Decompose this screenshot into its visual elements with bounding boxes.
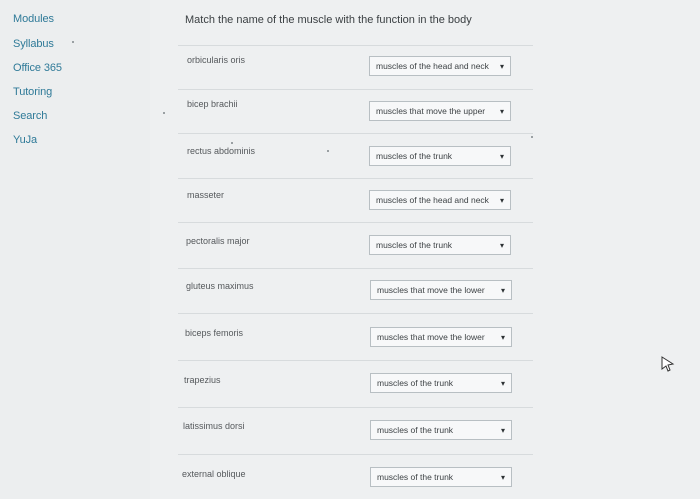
decorative-dot	[327, 150, 329, 152]
question-text: Match the name of the muscle with the fu…	[185, 14, 472, 26]
sidebar-item-search[interactable]: Search	[13, 110, 47, 122]
match-select[interactable]: muscles of the trunk ▾	[370, 467, 512, 487]
match-select[interactable]: muscles of the trunk ▾	[369, 146, 511, 166]
chevron-down-icon: ▾	[499, 107, 504, 116]
chevron-down-icon: ▾	[499, 241, 504, 250]
term-label: latissimus dorsi	[183, 421, 245, 431]
row-divider	[178, 360, 533, 361]
row-divider	[178, 313, 533, 314]
chevron-down-icon: ▾	[499, 62, 504, 71]
sidebar-item-office-365[interactable]: Office 365	[13, 62, 62, 74]
sidebar-item-tutoring[interactable]: Tutoring	[13, 86, 52, 98]
term-label: biceps femoris	[185, 328, 244, 338]
chevron-down-icon: ▾	[500, 286, 505, 295]
chevron-down-icon: ▾	[499, 152, 504, 161]
row-divider	[178, 45, 533, 46]
mouse-pointer-icon	[661, 356, 675, 372]
row-divider	[178, 268, 533, 269]
chevron-down-icon: ▾	[500, 473, 505, 482]
selected-value: muscles of the head and neck	[376, 195, 489, 205]
match-select[interactable]: muscles that move the lower ▾	[370, 280, 512, 300]
term-label: pectoralis major	[186, 236, 250, 246]
match-select[interactable]: muscles that move the lower ▾	[370, 327, 512, 347]
selected-value: muscles of the trunk	[376, 240, 453, 250]
selected-value: muscles of the trunk	[376, 151, 453, 161]
selected-value: muscles that move the lower	[377, 285, 485, 295]
row-divider	[178, 133, 533, 134]
selected-value: muscles that move the upper	[376, 106, 486, 116]
row-divider	[178, 178, 533, 179]
row-divider	[178, 407, 533, 408]
decorative-dot	[231, 142, 233, 144]
match-select[interactable]: muscles of the head and neck ▾	[369, 56, 511, 76]
match-select[interactable]: muscles that move the upper ▾	[369, 101, 511, 121]
sidebar-item-yuja[interactable]: YuJa	[13, 134, 37, 146]
match-select[interactable]: muscles of the trunk ▾	[369, 235, 511, 255]
selected-value: muscles of the trunk	[377, 378, 454, 388]
decorative-dot	[163, 112, 165, 114]
match-select[interactable]: muscles of the head and neck ▾	[369, 190, 511, 210]
chevron-down-icon: ▾	[499, 196, 504, 205]
selected-value: muscles that move the lower	[377, 332, 485, 342]
term-label: bicep brachii	[187, 99, 238, 109]
term-label: external oblique	[182, 469, 246, 479]
course-sidebar: Modules Syllabus Office 365 Tutoring Sea…	[0, 0, 150, 499]
selected-value: muscles of the trunk	[377, 472, 454, 482]
match-select[interactable]: muscles of the trunk ▾	[370, 373, 512, 393]
sidebar-item-modules[interactable]: Modules	[13, 13, 54, 25]
match-select[interactable]: muscles of the trunk ▾	[370, 420, 512, 440]
sidebar-item-syllabus[interactable]: Syllabus	[13, 38, 54, 50]
term-label: orbicularis oris	[187, 55, 246, 65]
row-divider	[178, 454, 533, 455]
term-label: rectus abdominis	[187, 146, 256, 156]
term-label: masseter	[187, 190, 225, 200]
chevron-down-icon: ▾	[500, 426, 505, 435]
decorative-dot	[531, 136, 533, 138]
chevron-down-icon: ▾	[500, 379, 505, 388]
decorative-dot	[72, 41, 74, 43]
selected-value: muscles of the trunk	[377, 425, 454, 435]
term-label: gluteus maximus	[186, 281, 254, 291]
row-divider	[178, 222, 533, 223]
selected-value: muscles of the head and neck	[376, 61, 489, 71]
term-label: trapezius	[184, 375, 221, 385]
row-divider	[178, 89, 533, 90]
chevron-down-icon: ▾	[500, 333, 505, 342]
